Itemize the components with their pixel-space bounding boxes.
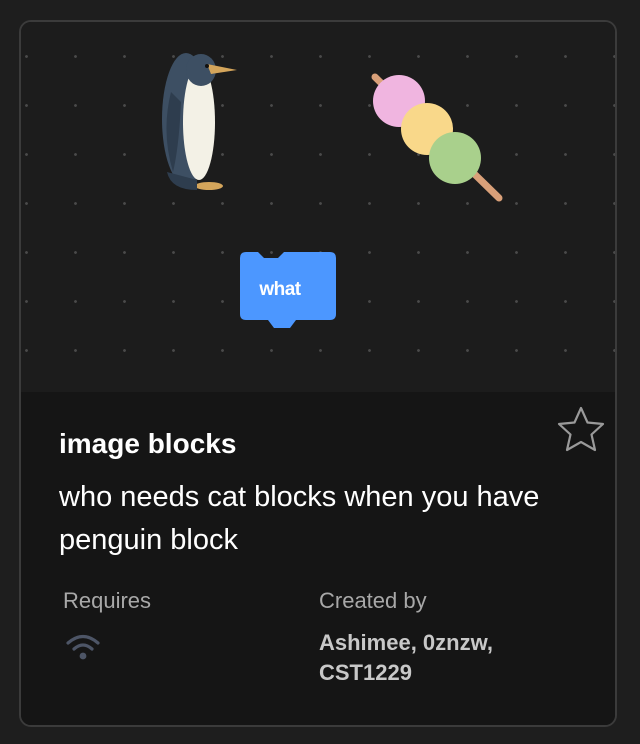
requires-label: Requires	[63, 588, 152, 613]
extension-title: image blocks	[59, 428, 237, 459]
extension-description: who needs cat blocks when you have pengu…	[59, 481, 540, 556]
scratch-block: what	[240, 252, 338, 338]
block-label: what	[259, 279, 301, 300]
extension-card[interactable]: what image blocks who needs cat blocks w…	[19, 20, 617, 727]
creators-list: Ashimee, 0znzw, CST1229	[319, 630, 494, 685]
dango-image	[371, 73, 503, 202]
created-by-label: Created by	[319, 588, 427, 613]
extension-info: image blocks who needs cat blocks when y…	[21, 392, 615, 725]
extension-preview: what	[21, 22, 615, 392]
star-outline-icon[interactable]	[555, 404, 607, 456]
penguin-image	[162, 53, 237, 190]
wifi-icon	[66, 634, 100, 660]
